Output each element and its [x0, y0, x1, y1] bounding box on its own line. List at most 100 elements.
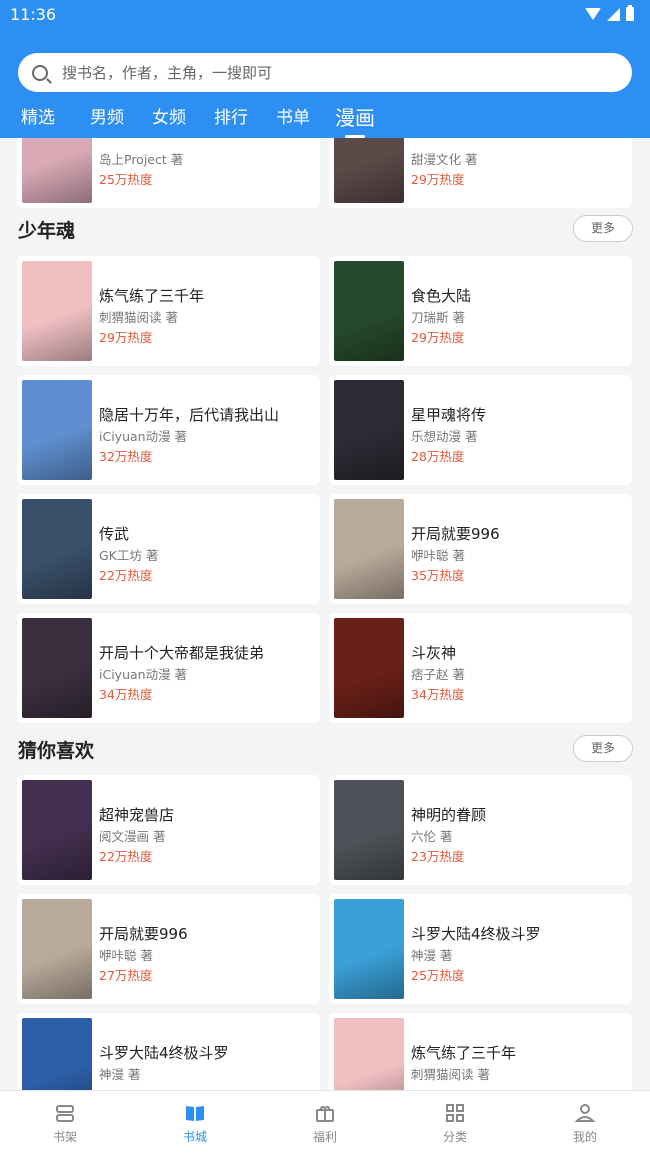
- book-card[interactable]: 斗灰神 痞子赵 著 34万热度: [329, 613, 632, 723]
- book-heat: 28万热度: [411, 449, 465, 464]
- book-author: 咿咔聪 著: [411, 548, 465, 563]
- book-cover: [22, 138, 92, 203]
- book-title: 开局十个大帝都是我徒弟: [99, 644, 265, 662]
- book-cover: [22, 499, 92, 599]
- book-card[interactable]: 炼气练了三千年 刺猬猫阅读 著: [329, 1013, 632, 1090]
- book-card[interactable]: 斗罗大陆4终极斗罗 神漫 著 25万热度: [329, 894, 632, 1004]
- book-title: 超神宠兽店: [99, 806, 175, 824]
- book-author: 刺猬猫阅读 著: [99, 310, 178, 325]
- status-bar: 11:36: [0, 0, 650, 28]
- book-card[interactable]: 星甲魂将传 乐想动漫 著 28万热度: [329, 375, 632, 485]
- book-title: 星甲魂将传: [411, 406, 487, 424]
- search-bar[interactable]: [18, 53, 632, 92]
- status-time: 11:36: [10, 4, 57, 24]
- search-input[interactable]: [62, 63, 602, 82]
- book-author: 甜漫文化 著: [411, 152, 478, 167]
- nav-label: 书架: [52, 1130, 77, 1144]
- book-cover: [334, 380, 404, 480]
- book-author: iCiyuan动漫 著: [99, 667, 188, 682]
- user-icon: [574, 1104, 596, 1122]
- book-heat: 22万热度: [99, 568, 153, 583]
- status-icons: [585, 5, 634, 21]
- signal-icon: [607, 7, 620, 21]
- book-title: 隐居十万年，后代请我出山: [99, 406, 280, 424]
- tab-female[interactable]: 女频: [138, 104, 200, 138]
- nav-label: 福利: [312, 1130, 337, 1144]
- book-author: 刺猬猫阅读 著: [411, 1067, 490, 1082]
- book-title: 斗灰神: [411, 644, 457, 662]
- book-author: 咿咔聪 著: [99, 948, 153, 963]
- book-author: iCiyuan动漫 著: [99, 429, 188, 444]
- tab-ranking[interactable]: 排行: [200, 104, 262, 138]
- book-title: 食色大陆: [411, 287, 472, 305]
- book-author: 六伦 著: [411, 829, 453, 844]
- book-cover: [22, 618, 92, 718]
- book-title: 神明的眷顾: [411, 806, 487, 824]
- search-icon: [32, 64, 48, 81]
- book-card[interactable]: 开局十个大帝都是我徒弟 iCiyuan动漫 著 34万热度: [17, 613, 320, 723]
- book-cover: [334, 261, 404, 361]
- book-author: 刀瑞斯 著: [411, 310, 465, 325]
- book-card[interactable]: 炼气练了三千年 刺猬猫阅读 著 29万热度: [17, 256, 320, 366]
- book-heat: 22万热度: [99, 849, 153, 864]
- more-button[interactable]: 更多: [573, 215, 633, 242]
- nav-profile[interactable]: 我的: [520, 1091, 650, 1155]
- nav-category[interactable]: 分类: [390, 1091, 520, 1155]
- book-card[interactable]: 开局就要996 咿咔聪 著 35万热度: [329, 494, 632, 604]
- book-card[interactable]: 超神宠兽店 阅文漫画 著 22万热度: [17, 775, 320, 885]
- book-cover: [22, 261, 92, 361]
- book-card[interactable]: 斗罗大陆4终极斗罗 神漫 著: [17, 1013, 320, 1090]
- tab-booklist[interactable]: 书单: [262, 104, 324, 138]
- section-title: 猜你喜欢: [18, 740, 95, 762]
- gift-icon: [316, 1105, 334, 1122]
- book-heat: 35万热度: [411, 568, 465, 583]
- book-title: [99, 138, 314, 148]
- nav-label: 书城: [182, 1130, 207, 1144]
- book-card[interactable]: 隐居十万年，后代请我出山 iCiyuan动漫 著 32万热度: [17, 375, 320, 485]
- nav-bookstore[interactable]: 书城: [130, 1091, 260, 1155]
- book-heat: 25万热度: [99, 172, 153, 187]
- bookshelf-icon: [56, 1105, 74, 1122]
- nav-welfare[interactable]: 福利: [260, 1091, 390, 1155]
- book-cover: [334, 899, 404, 999]
- book-title: 炼气练了三千年: [411, 1044, 517, 1062]
- grid-icon: [446, 1104, 464, 1122]
- book-author: 神漫 著: [411, 948, 453, 963]
- book-heat: 29万热度: [99, 330, 153, 345]
- nav-bookshelf[interactable]: 书架: [0, 1091, 130, 1155]
- book-author: 痞子赵 著: [411, 667, 465, 682]
- book-heat: 29万热度: [411, 330, 465, 345]
- book-cover: [22, 380, 92, 480]
- book-title: 开局就要996: [411, 525, 500, 543]
- book-heat: 27万热度: [99, 968, 153, 983]
- book-cover: [334, 499, 404, 599]
- wifi-icon: [585, 8, 601, 20]
- bottom-nav: 书架 书城 福利 分类 我的: [0, 1090, 650, 1155]
- book-card[interactable]: 甜漫文化 著 29万热度: [329, 138, 632, 208]
- book-cover: [334, 618, 404, 718]
- tab-male[interactable]: 男频: [76, 104, 138, 138]
- tab-comics[interactable]: 漫画: [324, 104, 386, 138]
- book-card[interactable]: 神明的眷顾 六伦 著 23万热度: [329, 775, 632, 885]
- book-title: 开局就要996: [99, 925, 188, 943]
- book-title: [411, 138, 626, 148]
- tab-featured[interactable]: 精选: [0, 104, 76, 138]
- book-author: 岛上Project 著: [99, 152, 184, 167]
- book-card[interactable]: 开局就要996 咿咔聪 著 27万热度: [17, 894, 320, 1004]
- book-cover: [334, 780, 404, 880]
- section-title: 少年魂: [18, 220, 76, 242]
- book-cover: [334, 1018, 404, 1090]
- book-author: GK工坊 著: [99, 548, 159, 563]
- book-cover: [22, 899, 92, 999]
- book-card[interactable]: 岛上Project 著 25万热度: [17, 138, 320, 208]
- main-content: 岛上Project 著 25万热度 甜漫文化 著 29万热度 少年魂 更多 炼气…: [0, 138, 650, 1090]
- book-heat: 34万热度: [411, 687, 465, 702]
- more-button[interactable]: 更多: [573, 735, 633, 762]
- book-title: 传武: [99, 525, 130, 543]
- book-heat: 23万热度: [411, 849, 465, 864]
- book-author: 阅文漫画 著: [99, 829, 166, 844]
- book-card[interactable]: 传武 GK工坊 著 22万热度: [17, 494, 320, 604]
- book-card[interactable]: 食色大陆 刀瑞斯 著 29万热度: [329, 256, 632, 366]
- book-title: 炼气练了三千年: [99, 287, 205, 305]
- book-author: 乐想动漫 著: [411, 429, 478, 444]
